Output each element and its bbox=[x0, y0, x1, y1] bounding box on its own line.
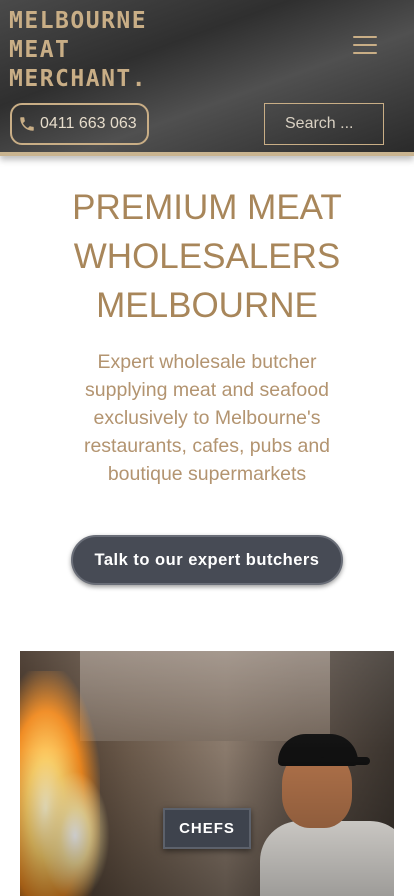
phone-icon bbox=[20, 117, 34, 131]
phone-number: 0411 663 063 bbox=[40, 115, 137, 132]
hero-subtitle: Expert wholesale butcher supplying meat … bbox=[83, 351, 331, 485]
logo-line-2: MEAT bbox=[9, 37, 71, 63]
chefs-label-button[interactable]: CHEFS bbox=[163, 808, 251, 849]
site-header: MELBOURNE MEAT MERCHANT. 0411 663 063 bbox=[0, 0, 414, 156]
logo-line-1: MELBOURNE bbox=[9, 8, 148, 34]
phone-button[interactable]: 0411 663 063 bbox=[10, 103, 149, 145]
hamburger-menu-icon[interactable] bbox=[353, 36, 377, 56]
search-input[interactable] bbox=[264, 103, 384, 145]
chefs-card[interactable]: CHEFS bbox=[20, 651, 394, 896]
card-image-overlay bbox=[20, 651, 394, 896]
site-logo[interactable]: MELBOURNE MEAT MERCHANT. bbox=[9, 7, 147, 94]
hero-title: PREMIUM MEAT WHOLESALERS MELBOURNE bbox=[72, 188, 342, 325]
logo-line-3: MERCHANT. bbox=[9, 66, 148, 92]
talk-to-butchers-button[interactable]: Talk to our expert butchers bbox=[71, 535, 343, 585]
